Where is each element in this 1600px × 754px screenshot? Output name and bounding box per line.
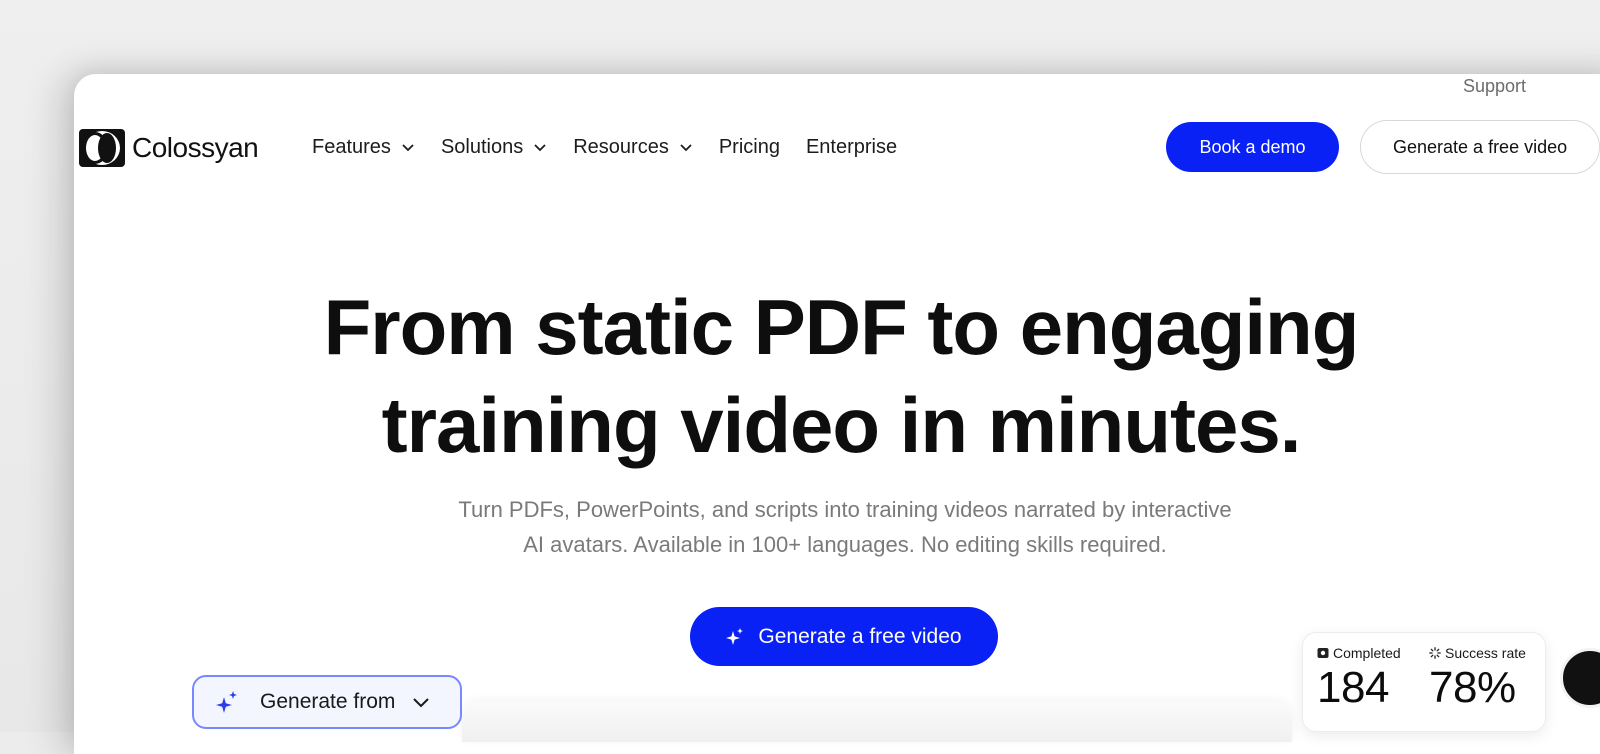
stat-completed: Completed 184 bbox=[1317, 645, 1401, 713]
stat-completed-label: Completed bbox=[1333, 645, 1401, 661]
nav-solutions-label: Solutions bbox=[441, 136, 523, 159]
hero-subtitle: Turn PDFs, PowerPoints, and scripts into… bbox=[374, 492, 1316, 562]
support-link[interactable]: Support bbox=[1463, 76, 1526, 97]
stat-completed-value: 184 bbox=[1317, 663, 1401, 713]
chat-widget-button[interactable] bbox=[1560, 648, 1600, 708]
generate-free-video-cta-button[interactable]: Generate a free video bbox=[690, 607, 998, 666]
generate-from-dropdown[interactable]: Generate from bbox=[192, 675, 462, 729]
logo-text: Colossyan bbox=[132, 132, 258, 164]
nav-pricing[interactable]: Pricing bbox=[719, 132, 780, 162]
cta-label: Generate a free video bbox=[758, 625, 961, 649]
nav-resources[interactable]: Resources bbox=[573, 132, 693, 162]
colossyan-logo-icon bbox=[78, 128, 126, 168]
generate-from-label: Generate from bbox=[260, 690, 395, 714]
main-nav: Features Solutions Resources Pricing Ent… bbox=[312, 132, 923, 162]
hero-subtitle-line1: Turn PDFs, PowerPoints, and scripts into… bbox=[458, 497, 1231, 522]
hero-title-line1: From static PDF to engaging bbox=[324, 283, 1359, 371]
stats-card: Completed 184 Success rate 78% bbox=[1302, 632, 1546, 732]
nav-pricing-label: Pricing bbox=[719, 136, 780, 159]
stat-completed-label-row: Completed bbox=[1317, 645, 1401, 661]
sparkle-icon bbox=[726, 628, 744, 646]
nav-enterprise[interactable]: Enterprise bbox=[806, 132, 897, 162]
chevron-down-icon bbox=[411, 692, 431, 712]
generate-free-video-nav-button[interactable]: Generate a free video bbox=[1360, 120, 1600, 174]
logo[interactable]: Colossyan bbox=[78, 128, 258, 168]
chevron-down-icon bbox=[533, 140, 547, 154]
stat-success-label-row: Success rate bbox=[1429, 645, 1526, 661]
sparkle-icon bbox=[216, 691, 238, 713]
chevron-down-icon bbox=[679, 140, 693, 154]
hero-title: From static PDF to engaging training vid… bbox=[74, 278, 1594, 474]
nav-resources-label: Resources bbox=[573, 136, 669, 159]
loading-icon bbox=[1429, 647, 1441, 659]
book-demo-button[interactable]: Book a demo bbox=[1166, 122, 1339, 172]
nav-solutions[interactable]: Solutions bbox=[441, 132, 547, 162]
nav-features[interactable]: Features bbox=[312, 132, 415, 162]
stat-success-rate: Success rate 78% bbox=[1429, 645, 1526, 713]
nav-features-label: Features bbox=[312, 136, 391, 159]
hero-title-line2: training video in minutes. bbox=[382, 381, 1301, 469]
chevron-down-icon bbox=[401, 140, 415, 154]
completed-icon bbox=[1317, 647, 1329, 659]
stat-success-value: 78% bbox=[1429, 663, 1526, 713]
nav-enterprise-label: Enterprise bbox=[806, 136, 897, 159]
stat-success-label: Success rate bbox=[1445, 645, 1526, 661]
preview-panel-edge bbox=[462, 702, 1292, 742]
hero-subtitle-line2: AI avatars. Available in 100+ languages.… bbox=[523, 532, 1167, 557]
browser-page: Support Colossyan Features Solutions Res… bbox=[74, 74, 1600, 754]
